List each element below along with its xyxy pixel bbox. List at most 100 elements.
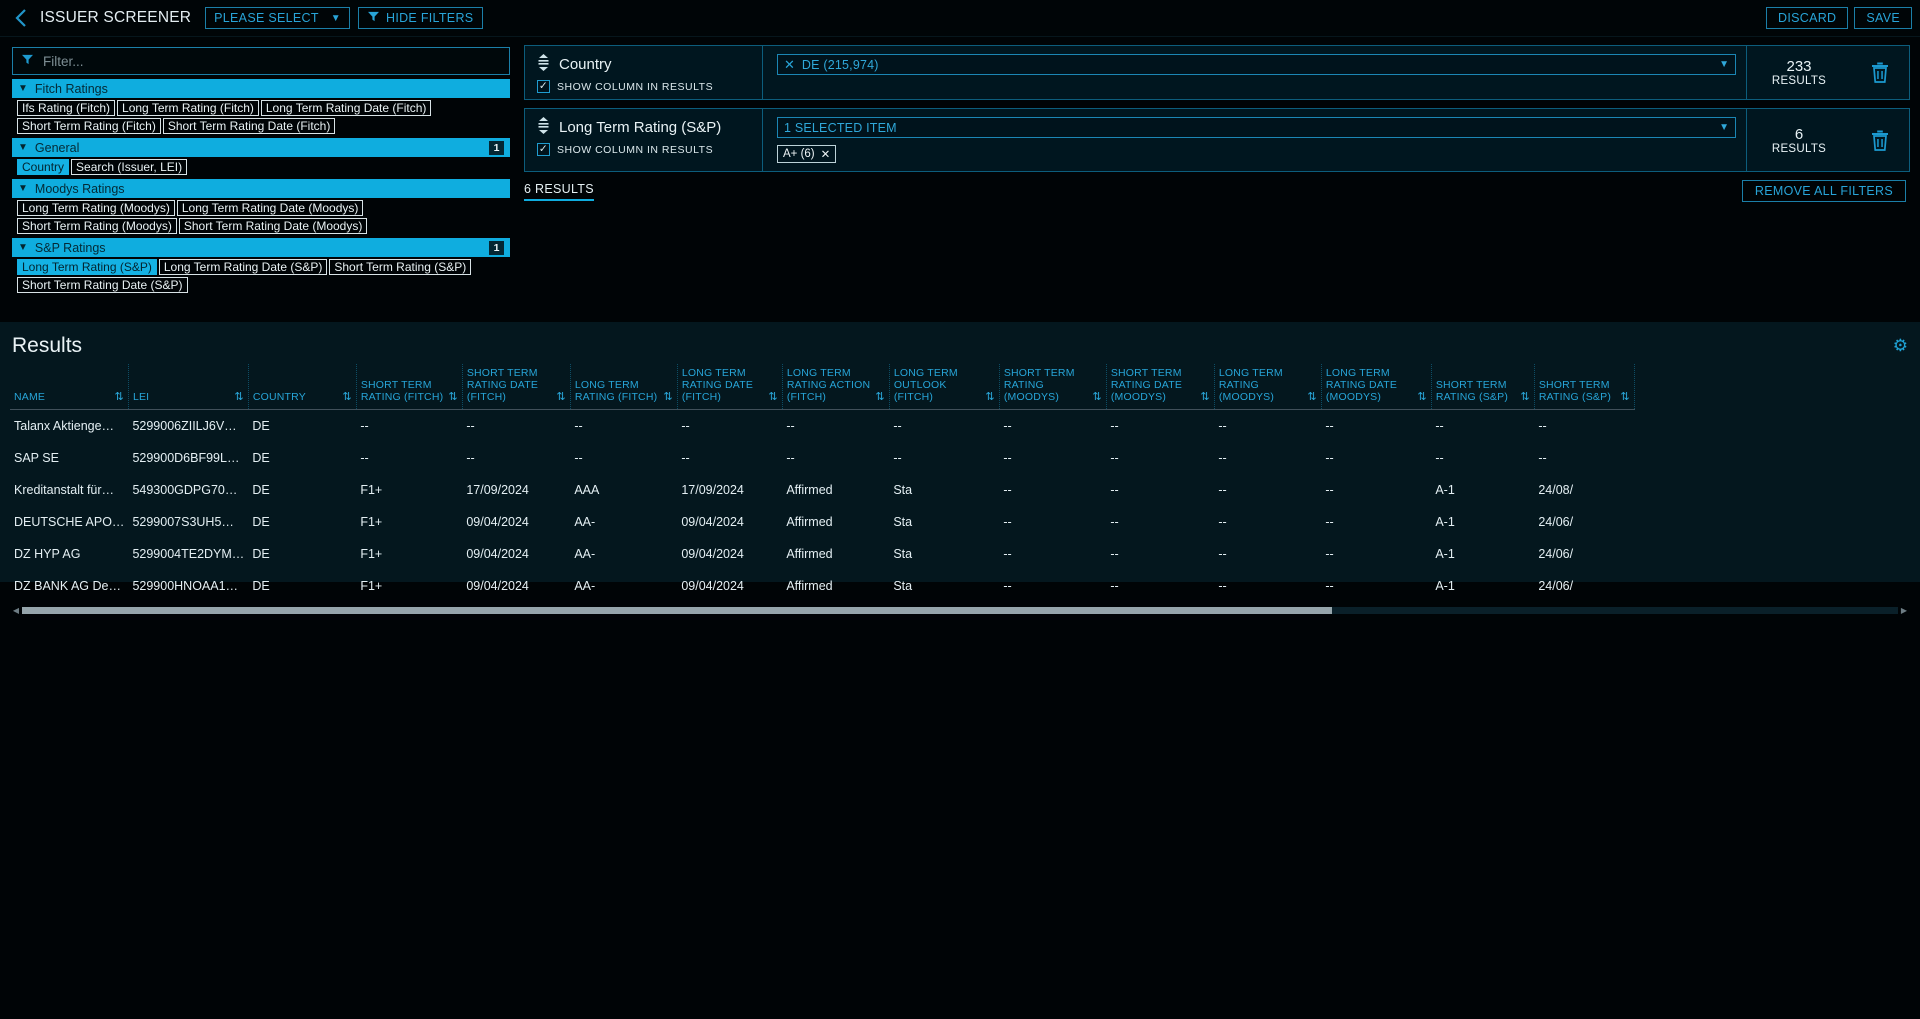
facet-chip[interactable]: Short Term Rating (S&P) bbox=[329, 259, 471, 275]
clear-value-icon[interactable]: ✕ bbox=[784, 57, 795, 73]
facet-chip[interactable]: Short Term Rating (Fitch) bbox=[17, 118, 161, 134]
facet-chip[interactable]: Country bbox=[17, 159, 69, 175]
drag-handle-icon[interactable] bbox=[537, 117, 550, 137]
sort-icon[interactable]: ⇅ bbox=[234, 391, 243, 403]
facet-chip[interactable]: Long Term Rating (Moodys) bbox=[17, 200, 175, 216]
facet-chip[interactable]: Short Term Rating Date (Fitch) bbox=[163, 118, 336, 134]
table-cell: Talanx Aktienge… bbox=[10, 410, 128, 443]
facet-chip[interactable]: Long Term Rating (Fitch) bbox=[117, 100, 259, 116]
horizontal-scrollbar[interactable]: ◀ ▶ bbox=[10, 606, 1910, 615]
table-cell: F1+ bbox=[356, 506, 462, 538]
facet-chip[interactable]: Long Term Rating Date (Fitch) bbox=[261, 100, 432, 116]
show-column-checkbox[interactable]: ✓ bbox=[537, 80, 550, 93]
facet-search-wrap[interactable] bbox=[12, 47, 510, 75]
table-column-header[interactable]: SHORT TERM RATING DATE (MOODYS)⇅ bbox=[1106, 364, 1214, 410]
table-cell: -- bbox=[1214, 570, 1321, 602]
sort-icon[interactable]: ⇅ bbox=[556, 391, 565, 403]
facet-chip-list: Ifs Rating (Fitch)Long Term Rating (Fitc… bbox=[12, 98, 510, 134]
facet-chip[interactable]: Short Term Rating Date (Moodys) bbox=[179, 218, 368, 234]
table-cell: -- bbox=[1431, 410, 1534, 443]
sort-icon[interactable]: ⇅ bbox=[663, 391, 672, 403]
discard-button[interactable]: DISCARD bbox=[1766, 7, 1848, 29]
table-column-header[interactable]: LONG TERM RATING ACTION (FITCH)⇅ bbox=[782, 364, 889, 410]
facet-chip[interactable]: Ifs Rating (Fitch) bbox=[17, 100, 115, 116]
scrollbar-track[interactable] bbox=[22, 607, 1898, 614]
show-column-checkbox-row[interactable]: ✓SHOW COLUMN IN RESULTS bbox=[537, 80, 752, 93]
gear-icon[interactable]: ⚙ bbox=[1893, 336, 1908, 356]
facet-chip[interactable]: Short Term Rating (Moodys) bbox=[17, 218, 177, 234]
table-column-header[interactable]: LONG TERM RATING DATE (FITCH)⇅ bbox=[677, 364, 782, 410]
sort-icon[interactable]: ⇅ bbox=[342, 391, 351, 403]
scroll-right-arrow-icon[interactable]: ▶ bbox=[1898, 606, 1910, 615]
selected-token[interactable]: A+ (6)✕ bbox=[777, 145, 836, 163]
delete-filter-button[interactable] bbox=[1851, 46, 1909, 99]
table-column-header[interactable]: SHORT TERM RATING DATE (FITCH)⇅ bbox=[462, 364, 570, 410]
sort-icon[interactable]: ⇅ bbox=[115, 391, 124, 403]
table-column-header[interactable]: SHORT TERM RATING (FITCH)⇅ bbox=[356, 364, 462, 410]
facet-chip[interactable]: Long Term Rating Date (S&P) bbox=[159, 259, 328, 275]
sort-icon[interactable]: ⇅ bbox=[1307, 391, 1316, 403]
scroll-left-arrow-icon[interactable]: ◀ bbox=[10, 606, 22, 615]
sort-icon[interactable]: ⇅ bbox=[448, 391, 457, 403]
table-row[interactable]: SAP SE529900D6BF99L…DE------------------… bbox=[10, 442, 1634, 474]
sort-icon[interactable]: ⇅ bbox=[1200, 391, 1209, 403]
results-count-tab[interactable]: 6 RESULTS bbox=[524, 182, 594, 201]
facet-chip[interactable]: Short Term Rating Date (S&P) bbox=[17, 277, 188, 293]
facet-chip[interactable]: Long Term Rating Date (Moodys) bbox=[177, 200, 364, 216]
table-column-label: LONG TERM RATING (MOODYS) bbox=[1219, 368, 1304, 403]
delete-filter-button[interactable] bbox=[1851, 109, 1909, 171]
remove-all-filters-button[interactable]: REMOVE ALL FILTERS bbox=[1742, 180, 1906, 202]
table-row[interactable]: DZ BANK AG De…529900HNOAA1…DEF1+09/04/20… bbox=[10, 570, 1634, 602]
back-chevron-icon[interactable] bbox=[8, 5, 34, 31]
table-row[interactable]: DZ HYP AG5299004TE2DYM…DEF1+09/04/2024AA… bbox=[10, 538, 1634, 570]
filter-result-label: RESULTS bbox=[1772, 143, 1826, 155]
table-column-header[interactable]: COUNTRY⇅ bbox=[248, 364, 356, 410]
show-column-checkbox[interactable]: ✓ bbox=[537, 143, 550, 156]
sort-icon[interactable]: ⇅ bbox=[1520, 391, 1529, 403]
sort-icon[interactable]: ⇅ bbox=[875, 391, 884, 403]
table-column-header[interactable]: SHORT TERM RATING (S&P)⇅ bbox=[1431, 364, 1534, 410]
facet-group-header[interactable]: ▼S&P Ratings1 bbox=[12, 238, 510, 257]
sort-icon[interactable]: ⇅ bbox=[985, 391, 994, 403]
hide-filters-button[interactable]: HIDE FILTERS bbox=[358, 7, 483, 29]
table-cell: AA- bbox=[570, 506, 677, 538]
table-column-header[interactable]: LONG TERM RATING DATE (MOODYS)⇅ bbox=[1321, 364, 1431, 410]
save-button[interactable]: SAVE bbox=[1854, 7, 1912, 29]
filter-value-dropdown[interactable]: 1 SELECTED ITEM▼ bbox=[777, 117, 1736, 138]
sort-icon[interactable]: ⇅ bbox=[1417, 391, 1426, 403]
drag-handle-icon[interactable] bbox=[537, 54, 550, 74]
table-cell: -- bbox=[570, 410, 677, 443]
table-cell: DE bbox=[248, 570, 356, 602]
table-column-header[interactable]: NAME⇅ bbox=[10, 364, 128, 410]
table-column-header[interactable]: LEI⇅ bbox=[128, 364, 248, 410]
sort-icon[interactable]: ⇅ bbox=[768, 391, 777, 403]
table-column-header[interactable]: LONG TERM RATING (MOODYS)⇅ bbox=[1214, 364, 1321, 410]
filter-value-dropdown[interactable]: ✕DE (215,974)▼ bbox=[777, 54, 1736, 75]
table-cell: -- bbox=[1321, 442, 1431, 474]
sort-icon[interactable]: ⇅ bbox=[1092, 391, 1101, 403]
show-column-checkbox-row[interactable]: ✓SHOW COLUMN IN RESULTS bbox=[537, 143, 752, 156]
table-column-header[interactable]: LONG TERM OUTLOOK (FITCH)⇅ bbox=[889, 364, 999, 410]
facet-chip[interactable]: Long Term Rating (S&P) bbox=[17, 259, 157, 275]
close-icon[interactable]: ✕ bbox=[821, 147, 831, 161]
facet-search-input[interactable] bbox=[41, 53, 500, 70]
facet-chip-list: Long Term Rating (Moodys)Long Term Ratin… bbox=[12, 198, 510, 234]
facet-chip[interactable]: Search (Issuer, LEI) bbox=[71, 159, 187, 175]
table-cell: -- bbox=[1106, 442, 1214, 474]
sort-icon[interactable]: ⇅ bbox=[1620, 391, 1629, 403]
table-row[interactable]: Kreditanstalt für…549300GDPG70…DEF1+17/0… bbox=[10, 474, 1634, 506]
chevron-down-icon: ▼ bbox=[331, 13, 341, 24]
table-column-header[interactable]: SHORT TERM RATING (S&P)⇅ bbox=[1534, 364, 1634, 410]
facet-group-header[interactable]: ▼General1 bbox=[12, 138, 510, 157]
facet-chip-list: Long Term Rating (S&P)Long Term Rating D… bbox=[12, 257, 510, 293]
table-column-header[interactable]: LONG TERM RATING (FITCH)⇅ bbox=[570, 364, 677, 410]
facet-group-header[interactable]: ▼Fitch Ratings bbox=[12, 79, 510, 98]
facet-group-header[interactable]: ▼Moodys Ratings bbox=[12, 179, 510, 198]
table-row[interactable]: Talanx Aktienge…5299006ZIILJ6V…DE-------… bbox=[10, 410, 1634, 443]
scrollbar-thumb[interactable] bbox=[22, 607, 1332, 614]
table-column-header[interactable]: SHORT TERM RATING (MOODYS)⇅ bbox=[999, 364, 1106, 410]
table-row[interactable]: DEUTSCHE APO…5299007S3UH5…DEF1+09/04/202… bbox=[10, 506, 1634, 538]
chevron-down-icon: ▼ bbox=[18, 242, 28, 253]
please-select-dropdown[interactable]: PLEASE SELECT ▼ bbox=[205, 7, 350, 29]
filter-card-title-row: Country bbox=[537, 54, 752, 74]
